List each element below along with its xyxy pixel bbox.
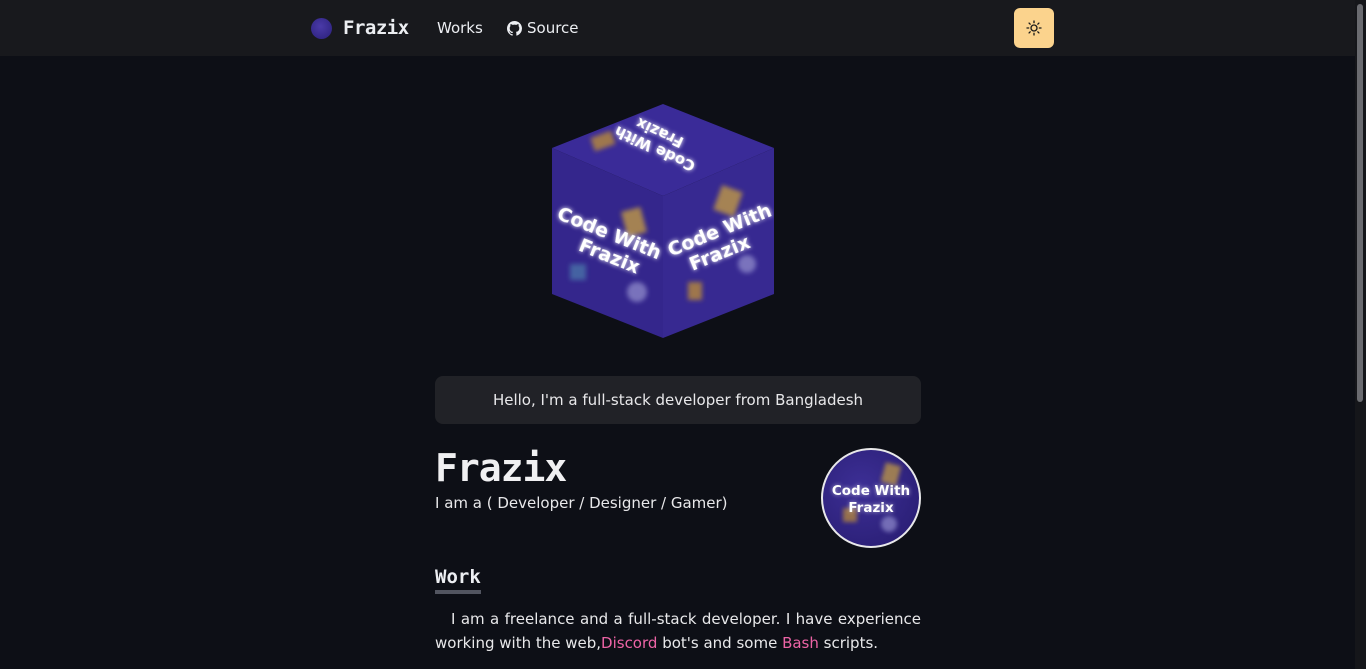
nav-link-works[interactable]: Works xyxy=(437,19,483,37)
logo-icon xyxy=(311,17,332,39)
theme-toggle-button[interactable] xyxy=(1014,8,1054,48)
github-icon xyxy=(507,20,522,36)
profile-name: Frazix xyxy=(435,446,567,490)
work-paragraph: I am a freelance and a full-stack develo… xyxy=(435,610,921,652)
avatar: Code With Frazix xyxy=(821,448,921,548)
scrollbar-thumb[interactable] xyxy=(1357,4,1363,402)
nav-source-label: Source xyxy=(527,19,579,37)
hello-banner: Hello, I'm a full-stack developer from B… xyxy=(435,376,921,424)
navbar: Frazix Works Source xyxy=(0,0,1355,56)
voxel-cube[interactable]: Code With Frazix Code With Frazix Code W… xyxy=(552,104,774,338)
avatar-text: Code With Frazix xyxy=(831,483,911,516)
work-heading: Work xyxy=(435,566,481,594)
sun-icon xyxy=(1026,20,1042,36)
discord-link[interactable]: Discord xyxy=(601,634,657,652)
nav-link-source[interactable]: Source xyxy=(507,19,579,37)
brand-name: Frazix xyxy=(343,17,409,39)
bash-link[interactable]: Bash xyxy=(782,634,819,652)
profile-tagline: I am a ( Developer / Designer / Gamer) xyxy=(435,494,728,512)
brand-logo[interactable]: Frazix xyxy=(311,17,409,39)
